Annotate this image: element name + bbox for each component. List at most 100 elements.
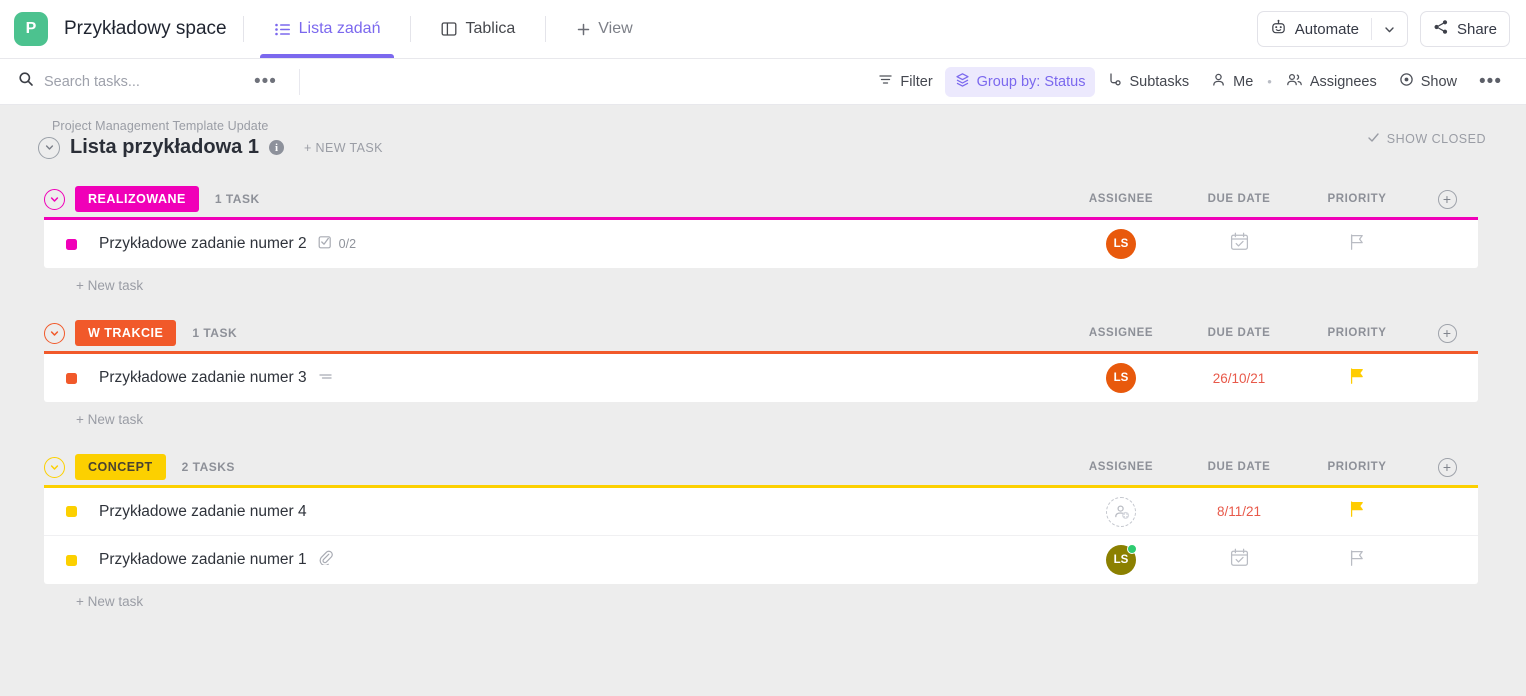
due-date-cell (1180, 231, 1298, 257)
status-badge[interactable]: W TRAKCIE (75, 320, 177, 346)
divider (545, 16, 547, 42)
filter-button[interactable]: Filter (868, 67, 942, 97)
chevron-down-icon[interactable] (1372, 12, 1407, 46)
task-name[interactable]: Przykładowe zadanie numer 1 (99, 551, 307, 569)
show-button[interactable]: Show (1389, 67, 1467, 97)
task-meta (318, 369, 333, 388)
task-status-dot[interactable] (66, 238, 77, 250)
add-column-button[interactable]: + (1416, 323, 1478, 343)
column-header-assignee[interactable]: ASSIGNEE (1062, 327, 1180, 339)
column-header-assignee[interactable]: ASSIGNEE (1062, 461, 1180, 473)
add-column-button[interactable]: + (1416, 457, 1478, 477)
status-group-header: W TRAKCIE 1 TASK ASSIGNEE DUE DATE PRIORITY + (44, 317, 1478, 349)
assignee-cell (1062, 496, 1180, 527)
share-button[interactable]: Share (1419, 11, 1510, 47)
automate-label: Automate (1294, 20, 1359, 38)
status-badge[interactable]: CONCEPT (75, 454, 166, 480)
subtasks-button[interactable]: Subtasks (1097, 67, 1199, 97)
space-avatar[interactable]: P (14, 12, 48, 46)
due-date-icon[interactable] (1229, 547, 1250, 573)
group-by-button[interactable]: Group by: Status (944, 66, 1096, 97)
collapse-group-button[interactable] (44, 322, 65, 344)
task-row[interactable]: Przykładowe zadanie numer 4 8/11/21 (44, 488, 1478, 536)
task-name[interactable]: Przykładowe zadanie numer 3 (99, 369, 307, 387)
list-title-row: Lista przykładowa 1 i + NEW TASK (38, 136, 1526, 159)
task-count: 1 TASK (192, 326, 238, 340)
collapse-group-button[interactable] (44, 456, 65, 478)
eye-icon (1399, 72, 1414, 91)
column-header-priority[interactable]: PRIORITY (1298, 461, 1416, 473)
new-task-button[interactable]: + NEW TASK (304, 141, 383, 155)
person-icon (1211, 72, 1226, 91)
breadcrumb[interactable]: Project Management Template Update (38, 119, 1526, 133)
tab-lista-zadan[interactable]: Lista zadań (259, 0, 395, 58)
add-column-button[interactable]: + (1416, 189, 1478, 209)
new-task-row[interactable]: + New task (44, 584, 1478, 609)
me-button[interactable]: Me (1201, 67, 1263, 97)
assignees-button[interactable]: Assignees (1276, 67, 1387, 97)
me-label: Me (1233, 73, 1254, 90)
share-label: Share (1456, 20, 1497, 38)
tab-tablica[interactable]: Tablica (427, 0, 529, 58)
priority-flag-icon[interactable] (1347, 366, 1367, 391)
new-task-row[interactable]: + New task (44, 402, 1478, 427)
automate-button[interactable]: Automate (1256, 11, 1408, 47)
group-by-label: Group by: Status (976, 73, 1086, 90)
task-status-dot[interactable] (66, 506, 77, 517)
priority-flag-icon[interactable] (1347, 499, 1367, 524)
column-header-priority[interactable]: PRIORITY (1298, 193, 1416, 205)
priority-flag-icon[interactable] (1347, 548, 1367, 573)
avatar[interactable]: LS (1106, 229, 1136, 259)
search-options-button[interactable]: ••• (248, 72, 283, 92)
status-badge[interactable]: REALIZOWANE (75, 186, 199, 212)
task-cells: 8/11/21 (1062, 496, 1478, 527)
status-group: REALIZOWANE 1 TASK ASSIGNEE DUE DATE PRIORIT… (0, 183, 1526, 293)
collapse-list-button[interactable] (38, 136, 60, 159)
due-date-value[interactable]: 26/10/21 (1213, 371, 1266, 386)
plus-icon: + (1437, 457, 1457, 477)
column-headers: ASSIGNEE DUE DATE PRIORITY + (1062, 457, 1478, 477)
checklist-icon (318, 235, 332, 254)
avatar[interactable]: LS (1106, 544, 1137, 575)
new-task-row[interactable]: + New task (44, 268, 1478, 293)
search-input[interactable] (44, 73, 224, 90)
column-header-priority[interactable]: PRIORITY (1298, 327, 1416, 339)
column-header-due-date[interactable]: DUE DATE (1180, 327, 1298, 339)
avatar[interactable]: LS (1106, 363, 1136, 393)
column-header-assignee[interactable]: ASSIGNEE (1062, 193, 1180, 205)
priority-flag-icon[interactable] (1347, 232, 1367, 257)
task-row[interactable]: Przykładowe zadanie numer 1 LS (44, 536, 1478, 584)
task-row[interactable]: Przykładowe zadanie numer 2 0/2 LS (44, 220, 1478, 268)
task-cells: LS 26/10/21 (1062, 363, 1478, 393)
filter-label: Filter (900, 73, 933, 90)
due-date-icon[interactable] (1229, 231, 1250, 257)
column-header-due-date[interactable]: DUE DATE (1180, 193, 1298, 205)
task-meta: 0/2 (318, 235, 356, 254)
people-icon (1286, 72, 1303, 91)
share-icon (1433, 19, 1449, 39)
divider (298, 68, 300, 95)
column-header-due-date[interactable]: DUE DATE (1180, 461, 1298, 473)
search-icon (18, 71, 34, 92)
show-closed-button[interactable]: SHOW CLOSED (1367, 131, 1486, 147)
task-name[interactable]: Przykładowe zadanie numer 2 (99, 235, 307, 253)
tab-label: Tablica (465, 20, 516, 37)
add-assignee-button[interactable] (1106, 496, 1136, 527)
more-options-button[interactable]: ••• (1469, 71, 1510, 93)
task-row[interactable]: Przykładowe zadanie numer 3 LS 26/10/21 (44, 354, 1478, 402)
show-closed-label: SHOW CLOSED (1386, 132, 1486, 146)
search-box[interactable] (18, 71, 248, 92)
task-status-dot[interactable] (66, 372, 77, 384)
subtasks-label: Subtasks (1129, 73, 1190, 90)
collapse-group-button[interactable] (44, 188, 65, 210)
online-indicator (1127, 544, 1137, 554)
tab-add-view[interactable]: View (562, 0, 646, 58)
subtasks-icon (1107, 72, 1122, 91)
toolbar-actions: Filter Group by: Status Subtasks Me • As (868, 66, 1510, 97)
task-name[interactable]: Przykładowe zadanie numer 4 (99, 503, 307, 521)
task-status-dot[interactable] (66, 554, 77, 566)
due-date-value[interactable]: 8/11/21 (1217, 504, 1261, 519)
info-icon[interactable]: i (268, 140, 284, 155)
space-name[interactable]: Przykładowy space (64, 18, 227, 40)
task-list: Przykładowe zadanie numer 3 LS 26/10/21 (44, 351, 1478, 402)
